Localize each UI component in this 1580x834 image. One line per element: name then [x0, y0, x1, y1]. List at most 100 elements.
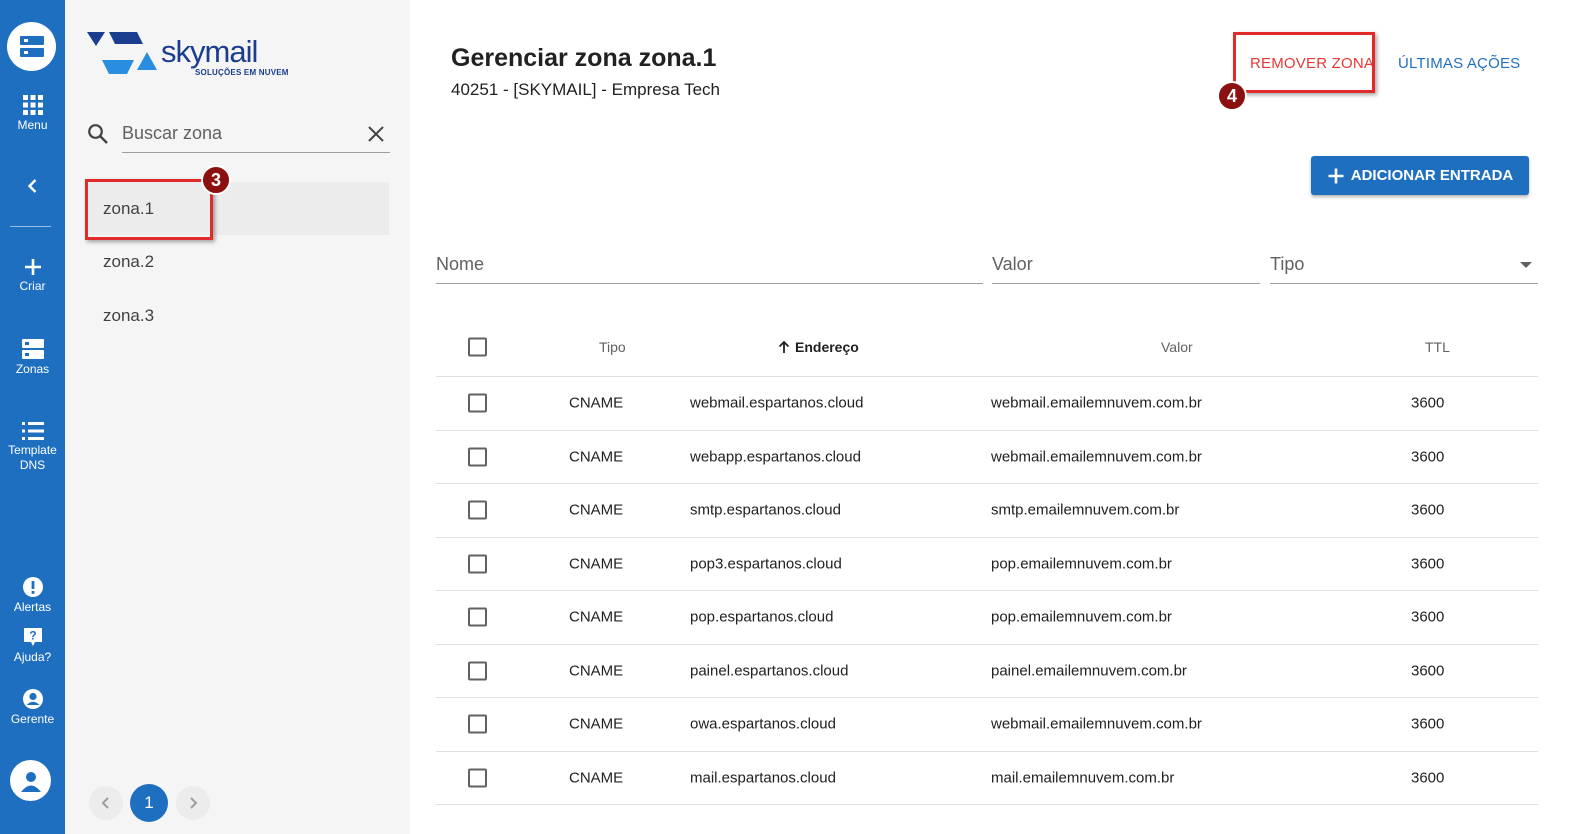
- pager-prev-button[interactable]: [89, 786, 123, 820]
- zone-highlight-box: [85, 179, 213, 240]
- step-badge: 3: [201, 165, 231, 195]
- table-row: CNAME owa.espartanos.cloud webmail.email…: [436, 698, 1538, 752]
- table-row: CNAME mail.espartanos.cloud mail.emailem…: [436, 752, 1538, 805]
- pager-next-button[interactable]: [176, 786, 210, 820]
- header-tipo[interactable]: Tipo: [599, 339, 626, 355]
- cell-endereco: webapp.espartanos.cloud: [690, 448, 861, 466]
- rail-item-criar[interactable]: Criar: [0, 257, 65, 294]
- zone-list-item[interactable]: zona.3: [87, 289, 389, 342]
- rail-label: Criar: [19, 279, 46, 293]
- chevron-right-icon: [190, 797, 198, 809]
- close-icon[interactable]: [367, 125, 385, 143]
- cell-valor: webmail.emailemnuvem.com.br: [991, 448, 1202, 466]
- rail-item-alertas[interactable]: Alertas: [0, 576, 65, 615]
- header-endereco[interactable]: Endereço: [777, 339, 859, 355]
- cell-tipo: CNAME: [569, 608, 624, 626]
- cell-valor: pop.emailemnuvem.com.br: [991, 608, 1172, 626]
- rail-label: Zonas: [15, 362, 50, 376]
- rail-item-zonas[interactable]: Zonas: [0, 338, 65, 377]
- apps-grid-icon: [22, 95, 43, 115]
- rail-label: Ajuda?: [13, 650, 52, 664]
- cell-ttl: 3600: [1411, 608, 1445, 626]
- pager-page-number: 1: [144, 793, 154, 812]
- cell-endereco: pop.espartanos.cloud: [690, 608, 834, 626]
- step-badge: 4: [1217, 81, 1247, 111]
- zone-name: zona.2: [103, 252, 155, 271]
- cell-tipo: CNAME: [569, 662, 624, 680]
- zone-search: [87, 115, 390, 153]
- arrow-up-icon: [778, 340, 790, 353]
- cell-ttl: 3600: [1411, 448, 1445, 466]
- cell-endereco: mail.espartanos.cloud: [690, 769, 836, 787]
- row-checkbox[interactable]: [468, 554, 487, 574]
- value-filter-input[interactable]: [992, 245, 1260, 283]
- collapse-rail-button[interactable]: [0, 177, 65, 195]
- row-checkbox[interactable]: [468, 607, 487, 627]
- page-subtitle: 40251 - [SKYMAIL] - Empresa Tech: [451, 80, 720, 99]
- list-icon: [21, 422, 44, 440]
- plus-icon: [24, 259, 41, 275]
- header-endereco-label: Endereço: [795, 339, 859, 355]
- add-entry-label: ADICIONAR ENTRADA: [1350, 167, 1514, 184]
- zone-name: zona.3: [103, 306, 155, 325]
- brand-tagline: SOLUÇÕES EM NUVEM: [195, 68, 289, 77]
- row-checkbox[interactable]: [468, 447, 487, 467]
- add-entry-button[interactable]: ADICIONAR ENTRADA: [1311, 156, 1529, 195]
- app-root: Menu Criar Zonas Template DNS Alertas ? …: [0, 0, 1580, 834]
- table-row: CNAME painel.espartanos.cloud painel.ema…: [436, 645, 1538, 698]
- row-checkbox[interactable]: [468, 661, 487, 681]
- header-ttl[interactable]: TTL: [1425, 339, 1450, 355]
- pager-page-button[interactable]: 1: [130, 784, 168, 822]
- account-circle-icon: [22, 689, 43, 709]
- cell-ttl: 3600: [1411, 662, 1445, 680]
- brand-name: skymail: [161, 34, 258, 69]
- recent-actions-button[interactable]: ÚLTIMAS AÇÕES: [1398, 55, 1520, 72]
- zone-search-input[interactable]: [122, 115, 390, 153]
- table-row: CNAME webapp.espartanos.cloud webmail.em…: [436, 431, 1538, 484]
- rail-label: Gerente: [10, 712, 55, 726]
- type-filter-placeholder: Tipo: [1270, 254, 1305, 274]
- select-all-checkbox[interactable]: [468, 337, 487, 357]
- cell-tipo: CNAME: [569, 555, 624, 573]
- rail-divider: [10, 226, 51, 227]
- zone-panel: skymail SOLUÇÕES EM NUVEM zona.1 zona.2 …: [65, 0, 410, 834]
- name-filter-input[interactable]: [436, 245, 983, 283]
- rail-item-ajuda[interactable]: ? Ajuda?: [0, 626, 65, 665]
- cell-valor: webmail.emailemnuvem.com.br: [991, 715, 1202, 733]
- cell-ttl: 3600: [1411, 394, 1445, 412]
- row-checkbox[interactable]: [468, 714, 487, 734]
- cell-valor: pop.emailemnuvem.com.br: [991, 555, 1172, 573]
- row-checkbox[interactable]: [468, 500, 487, 520]
- cell-valor: painel.emailemnuvem.com.br: [991, 662, 1187, 680]
- skymail-logo: skymail SOLUÇÕES EM NUVEM: [87, 28, 317, 80]
- cell-ttl: 3600: [1411, 715, 1445, 733]
- cell-tipo: CNAME: [569, 769, 624, 787]
- cell-ttl: 3600: [1411, 501, 1445, 519]
- rail-label: Menu: [17, 118, 48, 132]
- rail-item-gerente[interactable]: Gerente: [0, 688, 65, 727]
- rail-item-template-dns[interactable]: Template DNS: [0, 421, 65, 473]
- dns-server-icon: [21, 339, 44, 359]
- cell-valor: webmail.emailemnuvem.com.br: [991, 394, 1202, 412]
- table-row: CNAME pop.espartanos.cloud pop.emailemnu…: [436, 591, 1538, 645]
- cell-valor: smtp.emailemnuvem.com.br: [991, 501, 1180, 519]
- cell-tipo: CNAME: [569, 501, 624, 519]
- header-valor[interactable]: Valor: [1161, 339, 1193, 355]
- zone-list-item[interactable]: zona.2: [87, 235, 389, 288]
- chevron-left-icon: [101, 797, 109, 809]
- row-checkbox[interactable]: [468, 393, 487, 413]
- row-checkbox[interactable]: [468, 768, 487, 788]
- left-rail: Menu Criar Zonas Template DNS Alertas ? …: [0, 0, 65, 834]
- rail-item-menu[interactable]: Menu: [0, 94, 65, 133]
- skymail-logo-mark: [87, 32, 157, 74]
- type-filter-select[interactable]: Tipo: [1270, 245, 1538, 284]
- table-row: CNAME smtp.espartanos.cloud smtp.emailem…: [436, 484, 1538, 538]
- user-avatar[interactable]: [10, 760, 51, 801]
- person-icon: [20, 771, 41, 792]
- plus-icon: [1328, 168, 1344, 183]
- cell-endereco: painel.espartanos.cloud: [690, 662, 849, 680]
- cell-endereco: webmail.espartanos.cloud: [690, 394, 864, 412]
- value-filter: [992, 245, 1260, 284]
- app-home-button[interactable]: [7, 22, 56, 71]
- cell-tipo: CNAME: [569, 448, 624, 466]
